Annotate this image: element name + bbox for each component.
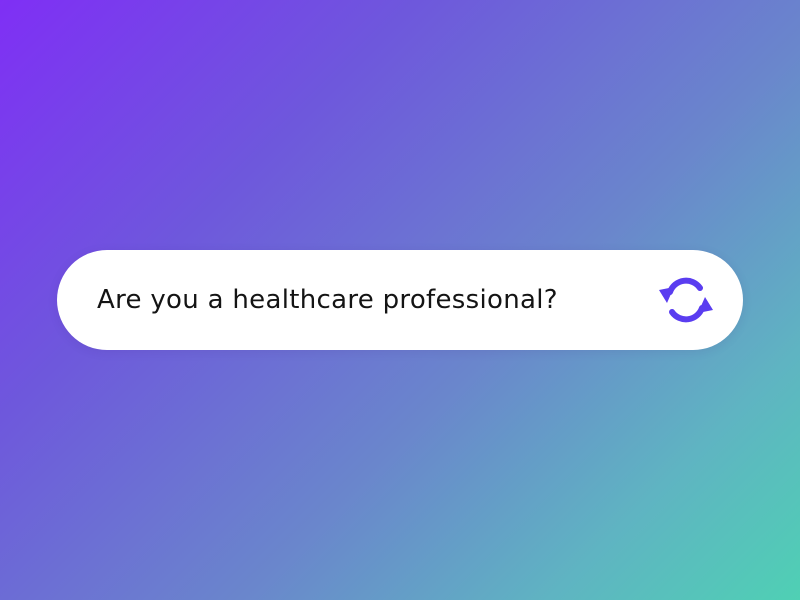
question-text: Are you a healthcare professional? [97,285,558,315]
refresh-icon [659,277,713,323]
refresh-button[interactable] [656,272,716,328]
question-prompt: Are you a healthcare professional? [57,250,743,350]
